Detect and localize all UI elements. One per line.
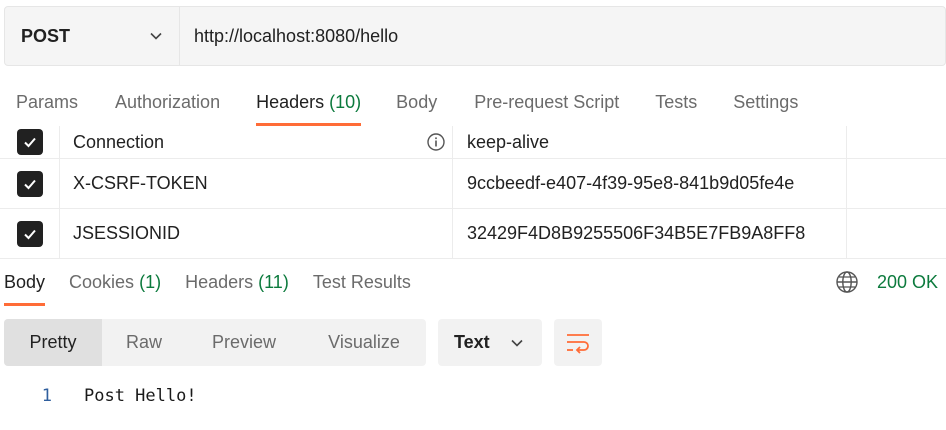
tab-count: (10) xyxy=(329,92,362,112)
request-tabs: Params Authorization Headers (10) Body P… xyxy=(0,80,946,126)
code-line: 1 Post Hello! xyxy=(0,384,946,408)
header-value[interactable]: keep-alive xyxy=(453,126,847,158)
view-visualize[interactable]: Visualize xyxy=(302,319,426,366)
header-key[interactable]: X-CSRF-TOKEN xyxy=(60,159,453,208)
tab-response-headers[interactable]: Headers (11) xyxy=(185,262,289,306)
request-bar: POST http://localhost:8080/hello xyxy=(4,6,946,66)
format-select[interactable]: Text xyxy=(438,319,542,366)
wrap-lines-button[interactable] xyxy=(554,319,602,366)
tab-label: Cookies xyxy=(69,272,135,292)
checkbox-cell xyxy=(0,209,60,258)
tab-label: Settings xyxy=(733,92,799,112)
tab-label: Tests xyxy=(655,92,698,112)
header-key-text: Connection xyxy=(73,131,165,152)
tab-label: Body xyxy=(396,92,438,112)
header-key-text: JSESSIONID xyxy=(73,223,181,243)
table-row: Connection keep-alive xyxy=(0,126,946,159)
checkmark-icon xyxy=(23,229,36,239)
tab-label: Test Results xyxy=(312,272,411,292)
tab-params[interactable]: Params xyxy=(16,80,78,126)
header-key-text: X-CSRF-TOKEN xyxy=(73,173,208,193)
tab-label: Params xyxy=(16,92,79,112)
code-text[interactable]: Post Hello! xyxy=(52,386,197,406)
method-label: POST xyxy=(21,25,71,46)
tab-label: Headers xyxy=(256,92,325,112)
view-mode-selector: Pretty Raw Preview Visualize xyxy=(4,319,426,366)
tab-body[interactable]: Body xyxy=(396,80,437,126)
header-key[interactable]: JSESSIONID xyxy=(60,209,453,258)
header-checkbox[interactable] xyxy=(16,129,43,155)
format-label: Text xyxy=(454,332,490,352)
tab-label: Headers xyxy=(185,272,254,292)
url-input[interactable]: http://localhost:8080/hello xyxy=(180,26,398,47)
tab-tests[interactable]: Tests xyxy=(655,80,697,126)
tab-settings[interactable]: Settings xyxy=(733,80,798,126)
headers-table: Connection keep-alive X-CSRF-TOKEN 9ccbe… xyxy=(0,126,946,259)
tab-label: Authorization xyxy=(115,92,221,112)
checkbox-cell xyxy=(0,159,60,208)
header-value[interactable]: 32429F4D8B9255506F34B5E7FB9A8FF8 xyxy=(453,209,847,258)
tab-count: (1) xyxy=(139,272,162,292)
header-checkbox[interactable] xyxy=(16,220,43,247)
table-row: JSESSIONID 32429F4D8B9255506F34B5E7FB9A8… xyxy=(0,209,946,259)
view-preview[interactable]: Preview xyxy=(186,319,302,366)
tab-response-body[interactable]: Body xyxy=(4,262,46,306)
view-pretty[interactable]: Pretty xyxy=(4,319,102,366)
tab-authorization[interactable]: Authorization xyxy=(115,80,220,126)
checkmark-icon xyxy=(23,137,36,148)
view-raw[interactable]: Raw xyxy=(102,319,186,366)
checkbox-cell xyxy=(0,126,60,158)
response-meta: 200 OK xyxy=(835,270,938,294)
tab-cookies[interactable]: Cookies (1) xyxy=(69,262,161,306)
chevron-down-icon xyxy=(150,32,162,40)
table-row: X-CSRF-TOKEN 9ccbeedf-e407-4f39-95e8-841… xyxy=(0,159,946,209)
tab-label: Body xyxy=(4,272,46,292)
wrap-lines-icon xyxy=(567,333,589,354)
tab-pre-request-script[interactable]: Pre-request Script xyxy=(474,80,619,126)
line-number: 1 xyxy=(41,386,52,406)
tab-test-results[interactable]: Test Results xyxy=(313,262,411,306)
chevron-down-icon xyxy=(511,339,523,347)
tab-count: (11) xyxy=(258,272,289,292)
header-value[interactable]: 9ccbeedf-e407-4f39-95e8-841b9d05fe4e xyxy=(453,159,847,208)
globe-icon[interactable] xyxy=(835,270,859,294)
info-icon[interactable] xyxy=(426,132,446,152)
tab-headers[interactable]: Headers (10) xyxy=(256,80,362,126)
header-key[interactable]: Connection xyxy=(60,126,453,158)
status-badge[interactable]: 200 OK xyxy=(877,272,938,293)
header-checkbox[interactable] xyxy=(16,170,43,197)
response-tabs: Body Cookies (1) Headers (11) Test Resul… xyxy=(0,262,946,308)
method-select[interactable]: POST xyxy=(5,7,180,65)
tab-label: Pre-request Script xyxy=(474,92,620,112)
checkmark-icon xyxy=(23,179,36,189)
